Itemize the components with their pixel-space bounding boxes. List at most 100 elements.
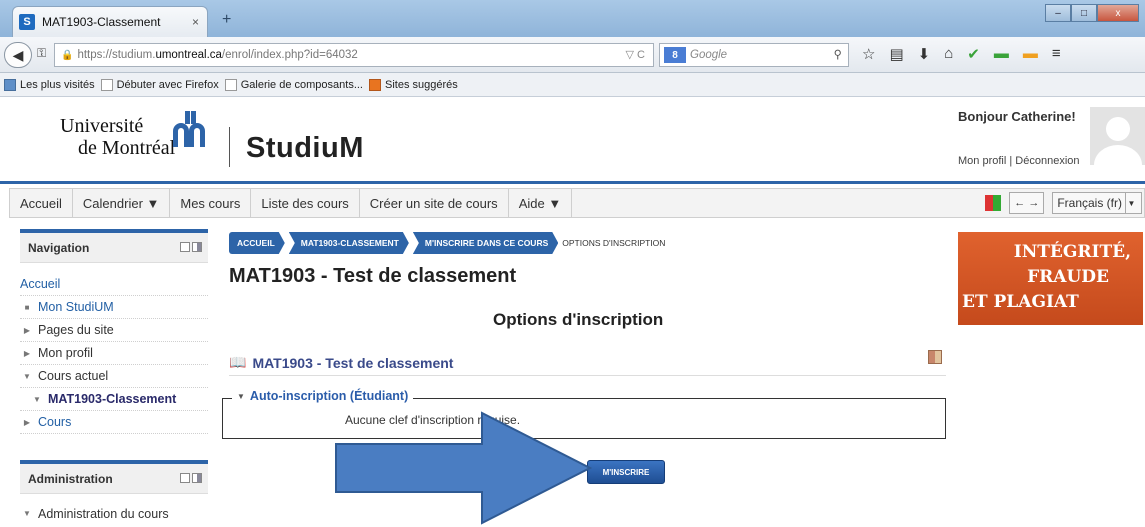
bookmark-star-icon[interactable]: ☆ (862, 45, 875, 63)
url-domain: umontreal.ca (155, 49, 222, 61)
default-user-icon (1094, 117, 1142, 165)
tab-close-icon[interactable]: × (192, 15, 199, 29)
menu-icon[interactable]: ≡ (1052, 45, 1061, 63)
browser-navbar: ◀ ⚿ 🔒 https://studium. umontreal.ca/enrol… (0, 37, 1145, 73)
collapse-icon[interactable] (180, 473, 190, 483)
checkmark-addon-icon[interactable]: ✔ (967, 45, 980, 63)
identity-key-icon[interactable]: ⚿ (37, 46, 46, 61)
breadcrumb: ACCUEIL MAT1903-CLASSEMENT M'INSCRIRE DA… (229, 232, 665, 254)
nav-item-my-profile[interactable]: ▶ Mon profil (20, 342, 208, 365)
logo-divider (229, 127, 230, 167)
layout-arrows-button[interactable]: ← → (1009, 192, 1045, 214)
dock-icon[interactable] (192, 473, 202, 483)
tab-title: MAT1903-Classement (42, 15, 161, 29)
enrol-method-legend[interactable]: ▼ Auto-inscription (Étudiant) (232, 389, 414, 403)
bookmark-label: Les plus visités (20, 78, 95, 91)
banner-line-1: INTÉGRITÉ, (1013, 242, 1131, 262)
profile-links: Mon profil | Déconnexion (958, 155, 1080, 167)
course-summary-heading[interactable]: 📖 MAT1903 - Test de classement (229, 354, 453, 371)
block-controls (180, 473, 202, 483)
breadcrumb-enrol-me[interactable]: M'INSCRIRE DANS CE COURS (413, 232, 558, 254)
language-select[interactable]: Français (fr) ▼ (1052, 192, 1142, 214)
bookmark-web-slice-gallery[interactable]: Galerie de composants... (224, 78, 363, 91)
nav-label: MAT1903-Classement (48, 392, 177, 406)
theme-colors-icon[interactable] (985, 195, 1002, 211)
bookmarks-bar: Les plus visités Débuter avec Firefox Ga… (0, 73, 1145, 97)
link-separator: | (1009, 155, 1013, 167)
logout-link[interactable]: Déconnexion (1015, 155, 1079, 167)
menu-calendar[interactable]: Calendrier ▼ (73, 189, 171, 217)
orange-addon-icon[interactable]: ▬ (1023, 45, 1038, 63)
navigation-tree: Accueil ■ Mon StudiUM ▶ Pages du site ▶ … (20, 263, 208, 434)
collapse-icon[interactable] (180, 242, 190, 252)
search-input[interactable]: 8 Google ⚲ (659, 43, 849, 67)
suggested-sites-icon (369, 78, 381, 91)
bookmarks-list-icon[interactable]: ▤ (889, 45, 903, 63)
nav-label: Cours actuel (38, 369, 109, 383)
back-button[interactable]: ◀ (4, 42, 32, 68)
bookmark-label: Sites suggérés (385, 78, 458, 91)
collapse-arrow-icon: ▼ (237, 391, 245, 401)
google-icon[interactable]: 8 (664, 47, 686, 63)
page-title: MAT1903 - Test de classement (229, 265, 517, 287)
block-controls (180, 242, 202, 252)
collapse-arrow-icon: ▼ (23, 371, 31, 381)
reload-icon[interactable]: ▽ C (626, 48, 645, 61)
banner-line-3: ET PLAGIAT (962, 292, 1079, 312)
nav-item-site-pages[interactable]: ▶ Pages du site (20, 319, 208, 342)
administration-block-header: Administration (20, 464, 208, 494)
download-icon[interactable]: ⬇ (918, 45, 931, 63)
breadcrumb-home[interactable]: ACCUEIL (229, 232, 285, 254)
search-placeholder: Google (690, 49, 728, 61)
enrol-me-button[interactable]: M'INSCRIRE (587, 460, 665, 484)
studium-logo[interactable]: StudiuM (246, 132, 364, 165)
dock-icon[interactable] (192, 242, 202, 252)
nav-label: Cours (38, 415, 72, 429)
window-controls: – □ x (1045, 4, 1139, 22)
admin-item-course-administration[interactable]: ▼ Administration du cours (20, 502, 208, 525)
bookmark-getting-started[interactable]: Débuter avec Firefox (100, 78, 219, 91)
integrity-banner[interactable]: INTÉGRITÉ, FRAUDE ET PLAGIAT (958, 232, 1143, 325)
logo-line-1: Université (60, 115, 144, 137)
expand-arrow-icon: ▶ (23, 417, 31, 427)
search-icon[interactable]: ⚲ (834, 47, 842, 61)
nav-item-courses[interactable]: ▶ Cours (20, 411, 208, 434)
breadcrumb-course[interactable]: MAT1903-CLASSEMENT (289, 232, 409, 254)
course-book-icon: 📖 (229, 354, 247, 370)
my-profile-link[interactable]: Mon profil (958, 155, 1006, 167)
most-visited-icon (4, 78, 16, 91)
expand-arrow-icon: ▶ (23, 348, 31, 358)
nav-item-my-studium[interactable]: ■ Mon StudiUM (20, 296, 208, 319)
nav-item-home[interactable]: Accueil (20, 273, 208, 296)
browser-tab[interactable]: S MAT1903-Classement × (12, 6, 208, 37)
nav-label: Mon profil (38, 346, 93, 360)
menu-help[interactable]: Aide ▼ (509, 189, 573, 217)
menu-course-list[interactable]: Liste des cours (251, 189, 360, 217)
home-icon[interactable]: ⌂ (944, 45, 953, 63)
url-bar[interactable]: 🔒 https://studium. umontreal.ca/enrol/ind… (54, 43, 654, 67)
bullet-icon: ■ (24, 302, 30, 312)
green-addon-icon[interactable]: ▬ (994, 45, 1009, 63)
nav-label: Accueil (20, 277, 61, 291)
close-window-button[interactable]: x (1097, 4, 1139, 22)
avatar[interactable] (1090, 107, 1145, 165)
menu-my-courses[interactable]: Mes cours (170, 189, 252, 217)
bookmark-suggested-sites[interactable]: Sites suggérés (369, 78, 458, 91)
nav-item-current-course-mat1903[interactable]: ▼ MAT1903-Classement (20, 388, 208, 411)
menu-create-course[interactable]: Créer un site de cours (360, 189, 509, 217)
minimize-button[interactable]: – (1045, 4, 1071, 22)
main-menu: Accueil Calendrier ▼ Mes cours Liste des… (9, 188, 1145, 218)
banner-line-2: FRAUDE (1027, 267, 1109, 287)
bookmark-label: Débuter avec Firefox (116, 78, 219, 91)
nav-item-current-course[interactable]: ▼ Cours actuel (20, 365, 208, 388)
maximize-button[interactable]: □ (1071, 4, 1097, 22)
menu-home[interactable]: Accueil (10, 189, 73, 217)
course-name: MAT1903 - Test de classement (252, 354, 454, 371)
bookmark-most-visited[interactable]: Les plus visités (4, 78, 95, 91)
enrol-method-label: Auto-inscription (Étudiant) (249, 389, 409, 403)
nav-label: Mon StudiUM (38, 300, 114, 314)
language-value: Français (fr) (1057, 196, 1122, 210)
udem-logo[interactable]: Université de Montréal (60, 107, 212, 167)
new-tab-button[interactable]: + (222, 11, 231, 29)
logo-line-2: de Montréal (78, 137, 176, 159)
